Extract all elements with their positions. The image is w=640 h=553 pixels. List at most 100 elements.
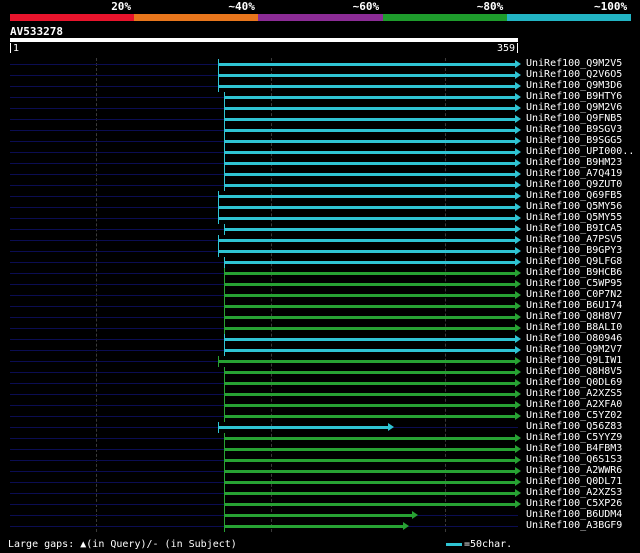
hit-bar[interactable] (218, 206, 516, 209)
hit-arrow-icon (515, 390, 521, 398)
hit-bar[interactable] (223, 448, 516, 451)
query-bar (10, 38, 518, 42)
hit-arrow-icon (515, 192, 521, 200)
hit-bar[interactable] (223, 96, 516, 99)
hit-arrow-icon (515, 203, 521, 211)
hit-arrow-icon (515, 335, 521, 343)
hit-arrow-icon (515, 126, 521, 134)
hit-arrow-icon (515, 258, 521, 266)
scale-label-5: ~100% (594, 0, 628, 13)
hit-arrow-icon (515, 368, 521, 376)
query-start-tick (10, 43, 11, 53)
hit-bar[interactable] (223, 151, 516, 154)
hit-bar[interactable] (223, 272, 516, 275)
query-id: AV533278 (10, 25, 63, 38)
gaps-label: Large gaps: (8, 539, 81, 550)
scale-segment-2 (134, 14, 259, 21)
hit-bar[interactable] (223, 184, 516, 187)
hit-arrow-icon (515, 214, 521, 222)
hit-bar[interactable] (218, 74, 516, 77)
hit-bar[interactable] (223, 118, 516, 121)
hit-bar[interactable] (223, 404, 516, 407)
scale-segment-1 (10, 14, 135, 21)
hit-bar[interactable] (218, 360, 516, 363)
hit-arrow-icon (515, 412, 521, 420)
hit-arrow-icon (515, 280, 521, 288)
hit-arrow-icon (515, 291, 521, 299)
hit-arrow-icon (515, 60, 521, 68)
hit-arrow-icon (515, 159, 521, 167)
hit-bar[interactable] (223, 492, 516, 495)
scale-segment-3 (258, 14, 384, 21)
hit-arrow-icon (515, 302, 521, 310)
hit-bar[interactable] (223, 503, 516, 506)
hit-bar[interactable] (223, 415, 516, 418)
hit-arrow-icon (515, 478, 521, 486)
hit-bar[interactable] (223, 327, 516, 330)
hit-arrow-icon (515, 379, 521, 387)
hit-bar[interactable] (223, 525, 405, 528)
hit-arrow-icon (515, 104, 521, 112)
hit-bar[interactable] (223, 437, 516, 440)
scale-label-1: 20% (111, 0, 132, 13)
hit-arrow-icon (515, 115, 521, 123)
gaps-description: (in Query)/- (in Subject) (86, 539, 237, 550)
footer-gaps-legend: Large gaps: ▲(in Query)/- (in Subject) (8, 539, 237, 551)
hit-arrow-icon (515, 82, 521, 90)
hit-arrow-icon (515, 148, 521, 156)
hit-arrow-icon (387, 423, 394, 431)
hit-bar[interactable] (223, 470, 516, 473)
hit-bar[interactable] (223, 129, 516, 132)
query-end-tick (517, 43, 518, 53)
hit-bar[interactable] (223, 349, 516, 352)
scale-label-3: ~60% (352, 0, 380, 13)
hit-bar[interactable] (223, 283, 516, 286)
query-end: 359 (496, 43, 515, 54)
hit-arrow-icon (515, 500, 521, 508)
hit-bar[interactable] (223, 173, 516, 176)
hit-arrow-icon (515, 71, 521, 79)
hit-bar[interactable] (223, 107, 516, 110)
hit-arrow-icon (515, 467, 521, 475)
hit-bar[interactable] (223, 316, 516, 319)
hit-bar[interactable] (223, 261, 516, 264)
hit-arrow-icon (515, 269, 521, 277)
hit-bar[interactable] (223, 162, 516, 165)
hit-bar[interactable] (218, 250, 516, 253)
hit-arrow-icon (515, 434, 521, 442)
hit-bar[interactable] (218, 85, 516, 88)
hit-bar[interactable] (223, 459, 516, 462)
hit-bar[interactable] (223, 371, 516, 374)
hit-bar[interactable] (223, 382, 516, 385)
hit-arrow-icon (515, 346, 521, 354)
hit-bar[interactable] (223, 140, 516, 143)
query-start: 1 (13, 43, 20, 54)
hit-bar[interactable] (223, 338, 516, 341)
hit-arrow-icon (515, 236, 521, 244)
hit-arrow-icon (515, 456, 521, 464)
hit-bar[interactable] (223, 305, 516, 308)
hit-arrow-icon (411, 511, 418, 519)
hit-arrow-icon (515, 445, 521, 453)
hit-arrow-icon (515, 401, 521, 409)
hit-bar[interactable] (223, 228, 516, 231)
hit-bar[interactable] (218, 217, 516, 220)
hit-bar[interactable] (218, 239, 516, 242)
hit-bar[interactable] (218, 63, 516, 66)
hit-arrow-icon (515, 181, 521, 189)
identity-scale: 20% ~40% ~60% ~80% ~100% (10, 0, 632, 22)
hit-bar[interactable] (218, 426, 389, 429)
legend-text: =50char. (464, 539, 513, 550)
hit-bar[interactable] (223, 481, 516, 484)
hit-label[interactable]: UniRef100_A3BGF9 (526, 520, 622, 532)
hit-bar[interactable] (223, 294, 516, 297)
hit-arrow-icon (515, 170, 521, 178)
hit-arrow-icon (403, 522, 410, 530)
scale-segment-4 (382, 14, 508, 21)
hit-bar[interactable] (218, 195, 516, 198)
scale-label-4: ~80% (476, 0, 504, 13)
hit-arrow-icon (515, 324, 521, 332)
hit-bar[interactable] (223, 393, 516, 396)
hit-bar[interactable] (223, 514, 413, 517)
scale-legend: =50char. (446, 539, 512, 551)
